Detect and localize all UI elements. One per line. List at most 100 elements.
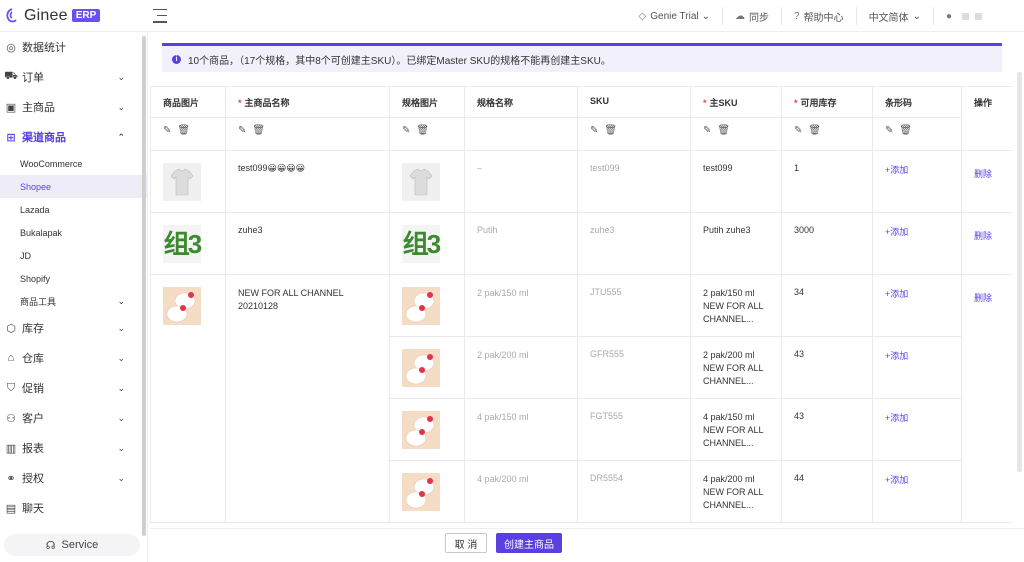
- sidebar-item-orders[interactable]: ⛟ 订单 ⌄: [0, 62, 147, 92]
- edit-icon[interactable]: ✎: [163, 125, 171, 136]
- service-label: Service: [61, 539, 99, 551]
- table-row: test099😀😀😀😀 – test099 test099 1 +添加 删除: [150, 150, 1012, 213]
- sidebar-item-inventory[interactable]: ⬡ 库存 ⌄: [0, 313, 147, 343]
- delete-icon[interactable]: 🗑: [416, 125, 429, 136]
- sidebar-sub-lazada[interactable]: Lazada: [0, 198, 147, 221]
- product-image-zuhe3: 组3: [163, 225, 202, 263]
- sync-button[interactable]: ☁ 同步: [723, 7, 782, 25]
- master-name-cell[interactable]: zuhe3: [225, 212, 390, 275]
- delete-link[interactable]: 删除: [961, 274, 1012, 523]
- chevron-up-icon: ⌃: [117, 131, 125, 142]
- box-icon: ▣: [5, 101, 17, 114]
- delete-link[interactable]: 删除: [961, 212, 1012, 275]
- genie-trial-button[interactable]: ◇ Genie Trial ⌄: [627, 7, 723, 25]
- sidebar-item-reports[interactable]: ▥ 报表 ⌄: [0, 433, 147, 463]
- stock-cell[interactable]: 3000: [781, 212, 873, 275]
- cancel-button[interactable]: 取 消: [445, 533, 487, 553]
- delete-icon[interactable]: 🗑: [604, 125, 617, 136]
- tshirt-product-image: [163, 163, 201, 201]
- variant-name-cell: Putih: [464, 212, 578, 275]
- add-barcode-link[interactable]: +添加: [872, 212, 962, 275]
- sidebar-sub-product-tools[interactable]: 商品工具 ⌄: [0, 290, 147, 313]
- help-center-button[interactable]: ? 帮助中心: [782, 7, 857, 25]
- chevron-down-icon: ⌄: [117, 442, 125, 453]
- col-master-sku: * 主SKU: [690, 86, 782, 118]
- add-barcode-link[interactable]: +添加: [872, 150, 962, 213]
- master-sku-cell[interactable]: 2 pak/150 ml NEW FOR ALL CHANNEL...: [690, 274, 782, 337]
- user-avatar-placeholder: [962, 12, 982, 20]
- master-name-cell[interactable]: test099😀😀😀😀: [225, 150, 390, 213]
- sidebar-item-label: 订单: [22, 72, 44, 84]
- sidebar-sub-shopify[interactable]: Shopify: [0, 267, 147, 290]
- stock-cell[interactable]: 1: [781, 150, 873, 213]
- sidebar-scrollbar[interactable]: [141, 34, 147, 536]
- edit-icon[interactable]: ✎: [590, 125, 598, 136]
- table-row: NEW FOR ALL CHANNEL 20210128 2 pak/150 m…: [150, 274, 1012, 523]
- master-sku-cell[interactable]: 2 pak/200 ml NEW FOR ALL CHANNEL...: [690, 336, 782, 399]
- sidebar-item-chat[interactable]: ▤ 聊天: [0, 493, 147, 523]
- col-variant-name: 规格名称: [464, 86, 578, 118]
- hello-kitty-variant-image: [402, 473, 440, 511]
- edit-icon[interactable]: ✎: [402, 125, 410, 136]
- create-master-product-button[interactable]: 创建主商品: [496, 533, 562, 553]
- master-sku-cell[interactable]: 4 pak/150 ml NEW FOR ALL CHANNEL...: [690, 398, 782, 461]
- stock-cell[interactable]: 43: [781, 336, 873, 399]
- chevron-down-icon: ⌄: [117, 71, 125, 82]
- add-barcode-link[interactable]: +添加: [872, 274, 962, 337]
- table-row: 组3 zuhe3 组3 Putih zuhe3 Putih zuhe3 3000…: [150, 212, 1012, 275]
- sidebar-sub-shopee[interactable]: Shopee: [0, 175, 147, 198]
- col-master-name: * 主商品名称: [225, 86, 390, 118]
- sidebar-item-promotions[interactable]: ⛉ 促销 ⌄: [0, 373, 147, 403]
- sidebar-item-warehouse[interactable]: ⌂ 仓库 ⌄: [0, 343, 147, 373]
- chevron-down-icon: ⌄: [117, 101, 125, 112]
- logo[interactable]: Ginee ERP: [0, 7, 150, 25]
- master-sku-cell[interactable]: 4 pak/200 ml NEW FOR ALL CHANNEL...: [690, 460, 782, 523]
- master-sku-cell[interactable]: test099: [690, 150, 782, 213]
- sidebar-sub-jd[interactable]: JD: [0, 244, 147, 267]
- sidebar-item-channel-products[interactable]: ⊞ 渠道商品 ⌃: [0, 122, 147, 152]
- sku-cell: FGT555: [577, 398, 691, 461]
- delete-icon[interactable]: 🗑: [252, 125, 265, 136]
- language-select[interactable]: 中文简体 ⌄: [857, 7, 934, 25]
- edit-icon[interactable]: ✎: [703, 125, 711, 136]
- table-scrollbar[interactable]: [1017, 72, 1022, 472]
- stock-cell[interactable]: 34: [781, 274, 873, 337]
- master-sku-cell[interactable]: Putih zuhe3: [690, 212, 782, 275]
- cart-icon: ⛟: [4, 70, 18, 82]
- sidebar-item-dashboard[interactable]: ◎ 数据统计: [0, 32, 147, 62]
- col-barcode: 条形码: [872, 86, 962, 118]
- add-barcode-link[interactable]: +添加: [872, 460, 962, 523]
- sku-cell: GFR555: [577, 336, 691, 399]
- add-barcode-link[interactable]: +添加: [872, 336, 962, 399]
- sidebar-item-authorization[interactable]: ⚭ 授权 ⌄: [0, 463, 147, 493]
- menu-toggle-icon[interactable]: [153, 8, 167, 23]
- add-barcode-link[interactable]: +添加: [872, 398, 962, 461]
- edit-icon[interactable]: ✎: [794, 125, 802, 136]
- service-button[interactable]: ☊ Service: [4, 534, 140, 556]
- sidebar-sub-bukalapak[interactable]: Bukalapak: [0, 221, 147, 244]
- master-name-cell[interactable]: NEW FOR ALL CHANNEL 20210128: [225, 274, 390, 523]
- col-variant-image: 规格图片: [389, 86, 465, 118]
- stock-cell[interactable]: 43: [781, 398, 873, 461]
- product-image-cell: 组3: [150, 212, 226, 275]
- edit-icon[interactable]: ✎: [238, 125, 246, 136]
- delete-icon[interactable]: 🗑: [177, 125, 190, 136]
- sidebar-sub-woocommerce[interactable]: WooCommerce: [0, 152, 147, 175]
- edit-icon[interactable]: ✎: [885, 125, 893, 136]
- sidebar-item-master-products[interactable]: ▣ 主商品 ⌄: [0, 92, 147, 122]
- footer-bar: 取 消 创建主商品: [150, 528, 1024, 562]
- delete-icon[interactable]: 🗑: [808, 125, 821, 136]
- sync-label: 同步: [749, 12, 769, 24]
- banner-text: 10个商品，（17个规格，其中8个可创建主SKU）。已绑定Master SKU的…: [188, 55, 611, 67]
- stock-cell[interactable]: 44: [781, 460, 873, 523]
- sidebar-item-label: 促销: [22, 383, 44, 395]
- user-menu[interactable]: ●: [934, 7, 994, 25]
- delete-icon[interactable]: 🗑: [899, 125, 912, 136]
- delete-link[interactable]: 删除: [961, 150, 1012, 213]
- delete-icon[interactable]: 🗑: [717, 125, 730, 136]
- top-bar: Ginee ERP ◇ Genie Trial ⌄ ☁ 同步 ? 帮助中心 中文…: [0, 0, 1024, 32]
- sidebar-item-customers[interactable]: ⚇ 客户 ⌄: [0, 403, 147, 433]
- chevron-down-icon: ⌄: [117, 322, 125, 333]
- variant-image-cell: [389, 336, 465, 399]
- product-image-cell: [150, 150, 226, 213]
